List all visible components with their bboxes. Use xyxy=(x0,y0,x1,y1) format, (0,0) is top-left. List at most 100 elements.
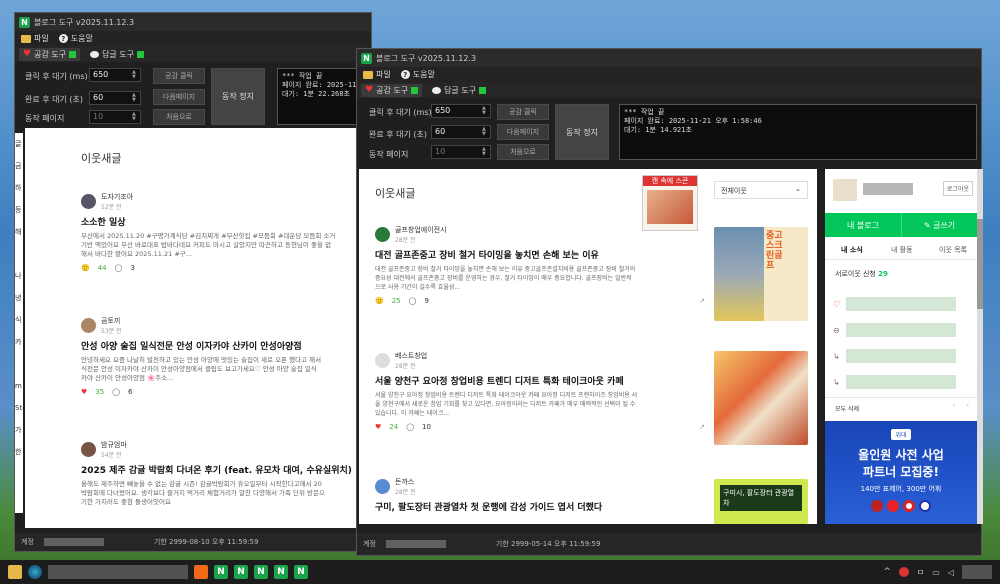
list-item[interactable]: ↳ xyxy=(833,343,973,369)
back-next-page-button[interactable]: 다음페이지 xyxy=(153,89,205,105)
post-author[interactable]: 돈까스 xyxy=(395,477,416,487)
post-thumbnail[interactable]: 중고스크린골프 xyxy=(714,227,808,321)
spinner-icon[interactable]: ▲ ▼ xyxy=(132,70,139,80)
spinner-icon[interactable]: ▲ ▼ xyxy=(132,93,139,103)
scrollbar[interactable] xyxy=(977,169,983,524)
list-item[interactable]: ♡ xyxy=(833,291,973,317)
menu-help[interactable]: ? 도움말 xyxy=(400,69,435,80)
post-title[interactable]: 안성 아양 술집 일식전문 안성 이자카야 산카이 안성아양점 xyxy=(81,339,373,352)
post-title[interactable]: 소소한 일상 xyxy=(81,215,373,228)
app-taskbar-icon[interactable]: N xyxy=(254,565,268,579)
spinner-icon[interactable]: ▲ ▼ xyxy=(482,127,489,137)
like-icon[interactable]: 🙂 xyxy=(375,297,384,305)
share-icon[interactable]: ↗ xyxy=(699,423,705,431)
share-icon[interactable]: ↗ xyxy=(699,297,705,305)
edge-browser-icon[interactable] xyxy=(28,565,42,579)
spinner-icon[interactable]: ▲ ▼ xyxy=(482,106,489,116)
like-count: 25 xyxy=(391,297,401,305)
menu-help[interactable]: ? 도움말 xyxy=(58,33,93,44)
write-label: 글쓰기 xyxy=(933,220,956,230)
front-tab-like[interactable]: ♥ 공감 도구 xyxy=(361,83,423,97)
front-pages-value: 10 xyxy=(435,147,446,156)
list-item[interactable]: 돈까스 28분 전 구미, 팔도장터 관광열차 첫 운행에 감성 가이드 엽서 더… xyxy=(375,477,705,513)
back-click-wait-input[interactable]: 650 ▲ ▼ xyxy=(89,68,141,82)
back-tab-like[interactable]: ♥ 공감 도구 xyxy=(19,47,81,61)
heart-icon[interactable]: ♥ xyxy=(81,388,87,396)
front-pages-input[interactable]: 10 ▲ ▼ xyxy=(431,145,491,159)
post-author[interactable]: 베스트창업 xyxy=(395,351,427,361)
my-blog-button[interactable]: 내 블로그 xyxy=(825,213,901,237)
app-taskbar-icon[interactable]: N xyxy=(234,565,248,579)
tab-my-news[interactable]: 내 소식 xyxy=(841,245,863,255)
brave-browser-icon[interactable] xyxy=(194,565,208,579)
front-first-button[interactable]: 처음으로 xyxy=(497,144,549,160)
logout-button[interactable]: 로그아웃 xyxy=(942,181,973,196)
back-like-click-button[interactable]: 공감 클릭 xyxy=(153,68,205,84)
chevron-left-icon[interactable]: ‹ xyxy=(953,402,955,409)
clipped-text-fragment: 녕 xyxy=(15,294,22,302)
comment-icon[interactable]: ◯ xyxy=(112,388,120,396)
back-menu-bar: 파일 ? 도움말 xyxy=(15,31,371,46)
list-item[interactable]: 베스트창업 28분 전 서울 양천구 요아정 창업비용 트렌디 디저트 특화 테이… xyxy=(375,351,705,431)
post-author[interactable]: 곰토끼 xyxy=(101,316,122,326)
reply-arrow-icon: ↳ xyxy=(833,377,840,387)
post-author[interactable]: 도자기조아 xyxy=(101,192,133,202)
back-first-button[interactable]: 처음으로 xyxy=(153,109,205,125)
list-item[interactable]: ⊖ xyxy=(833,317,973,343)
post-title[interactable]: 대전 골프존중고 장비 철거 타이밍을 놓치면 손해 보는 이유 xyxy=(375,248,705,261)
chevron-right-icon[interactable]: › xyxy=(967,402,969,409)
front-tab-comment[interactable]: 답글 도구 xyxy=(428,84,490,97)
tab-my-activity[interactable]: 내 활동 xyxy=(891,245,913,255)
tray-app-icon[interactable] xyxy=(898,567,909,577)
front-like-click-button[interactable]: 공감 클릭 xyxy=(497,104,549,120)
like-icon[interactable]: 🙂 xyxy=(81,264,90,272)
delete-all-button[interactable]: 모두 삭제 xyxy=(835,406,859,413)
heart-icon[interactable]: ♥ xyxy=(375,423,381,431)
list-item[interactable]: ↳ xyxy=(833,369,973,395)
post-thumbnail[interactable]: 구미시, 팔도장터 관광열차 xyxy=(714,479,808,524)
back-stop-button[interactable]: 동작 정지 xyxy=(211,68,265,125)
tab-neighbor-list[interactable]: 이웃 목록 xyxy=(939,245,967,255)
post-thumbnail[interactable] xyxy=(714,351,808,445)
post-author[interactable]: 밤규엄마 xyxy=(101,440,127,450)
front-click-wait-input[interactable]: 650 ▲ ▼ xyxy=(431,104,491,118)
list-item[interactable]: 곰토끼 53분 전 안성 아양 술집 일식전문 안성 이자카야 산카이 안성아양점… xyxy=(81,316,373,396)
volume-icon[interactable]: ◁ xyxy=(948,568,954,577)
status-led-icon xyxy=(137,50,145,58)
file-explorer-icon[interactable] xyxy=(8,565,22,579)
network-icon[interactable]: ▭ xyxy=(932,568,940,577)
back-done-wait-input[interactable]: 60 ▲ ▼ xyxy=(89,91,141,105)
neighbor-request-row[interactable]: 서로이웃 신청 29 xyxy=(835,269,888,279)
app-taskbar-icon[interactable]: N xyxy=(294,565,308,579)
comment-icon[interactable]: ◯ xyxy=(115,264,123,272)
post-title[interactable]: 구미, 팔도장터 관광열차 첫 운행에 감성 가이드 엽서 더했다 xyxy=(375,500,705,513)
post-title[interactable]: 서울 양천구 요아정 창업비용 트렌디 디저트 특화 테이크아웃 카페 xyxy=(375,374,705,387)
front-stop-button[interactable]: 동작 정지 xyxy=(555,104,609,160)
sidebar-ad-banner[interactable]: 위대 올인원 사전 사업 파트너 모집중! 140만 표제어, 300만 어휘 xyxy=(825,421,977,524)
neighbor-filter-dropdown[interactable]: 전체이웃 ⌄ xyxy=(714,181,808,199)
clipped-text-fragment: 글 xyxy=(15,140,22,148)
write-button[interactable]: ✎ 글쓰기 xyxy=(901,213,977,237)
avatar xyxy=(375,479,390,494)
chevron-up-icon[interactable]: ^ xyxy=(883,567,891,577)
app-taskbar-icon[interactable]: N xyxy=(214,565,228,579)
feed-ad-banner[interactable]: 캔 속에 스콘 xyxy=(642,175,698,231)
spinner-icon[interactable]: ▲ ▼ xyxy=(482,147,489,157)
status-led-icon xyxy=(69,50,77,58)
spinner-icon[interactable]: ▲ ▼ xyxy=(132,112,139,122)
ime-icon[interactable]: ㅁ xyxy=(917,567,924,578)
back-tab-comment[interactable]: 답글 도구 xyxy=(86,48,148,61)
menu-file[interactable]: 파일 xyxy=(21,33,49,44)
post-author[interactable]: 골프창업에이전시 xyxy=(395,225,447,235)
comment-icon[interactable]: ◯ xyxy=(406,423,414,431)
list-item[interactable]: 도자기조아 52분 전 소소한 일상 부산에서 2025.11.20 #구명가계식… xyxy=(81,192,373,272)
front-next-page-button[interactable]: 다음페이지 xyxy=(497,124,549,140)
post-title[interactable]: 2025 제주 감귤 박람회 다녀온 후기 (feat. 유모차 대여, 수유실… xyxy=(81,463,373,476)
menu-file[interactable]: 파일 xyxy=(363,69,391,80)
list-item[interactable]: 골프창업에이전시 28분 전 대전 골프존중고 장비 철거 타이밍을 놓치면 손해… xyxy=(375,225,705,305)
front-done-wait-input[interactable]: 60 ▲ ▼ xyxy=(431,125,491,139)
back-pages-input[interactable]: 10 ▲ ▼ xyxy=(89,110,141,124)
comment-icon[interactable]: ◯ xyxy=(409,297,417,305)
list-item[interactable]: 밤규엄마 54분 전 2025 제주 감귤 박람회 다녀온 후기 (feat. 유… xyxy=(81,440,373,507)
app-taskbar-icon[interactable]: N xyxy=(274,565,288,579)
